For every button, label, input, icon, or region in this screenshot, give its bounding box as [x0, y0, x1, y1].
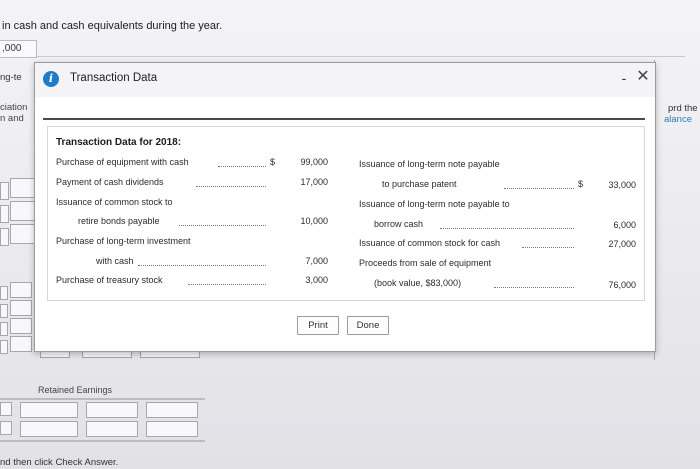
transaction-data-dialog: i Transaction Data - ✕ Transaction Data …	[34, 62, 656, 352]
retained-earnings-label: Retained Earnings	[38, 385, 113, 395]
worksheet-cell[interactable]	[10, 201, 36, 221]
right-row-value: 6,000	[613, 220, 636, 230]
worksheet-cell[interactable]	[10, 336, 32, 352]
left-row-value: 17,000	[300, 177, 328, 187]
dialog-title: Transaction Data	[70, 72, 158, 84]
divider	[37, 56, 685, 57]
right-row-label: Issuance of long-term note payable to	[359, 199, 510, 209]
info-icon: i	[43, 71, 59, 87]
leader-dots	[440, 228, 574, 229]
left-row-value: 10,000	[300, 216, 328, 226]
leader-dots	[494, 287, 574, 288]
worksheet-cell[interactable]	[10, 300, 32, 316]
done-button[interactable]: Done	[347, 316, 389, 335]
worksheet-cell[interactable]	[146, 421, 198, 437]
dollar-sign: $	[578, 179, 584, 189]
panel-title: Transaction Data for 2018:	[56, 137, 182, 148]
divider	[43, 118, 645, 120]
worksheet-cell[interactable]	[86, 421, 138, 437]
worksheet-cell[interactable]	[0, 421, 12, 435]
right-row-label: to purchase patent	[382, 179, 457, 189]
left-row-label: Purchase of long-term investment	[56, 236, 191, 246]
worksheet-cell[interactable]	[86, 402, 138, 418]
worksheet-cell[interactable]	[0, 182, 9, 200]
cash-value-input[interactable]: ,000	[0, 40, 37, 58]
worksheet-cell[interactable]	[0, 228, 9, 246]
left-row-label: Payment of cash dividends	[56, 177, 164, 187]
leader-dots	[188, 284, 266, 285]
divider	[0, 440, 205, 442]
transaction-data-panel: Transaction Data for 2018: Purchase of e…	[47, 126, 645, 301]
right-row-value: 27,000	[608, 239, 636, 249]
close-button[interactable]: ✕	[635, 66, 651, 88]
minimize-button[interactable]: -	[617, 67, 631, 89]
worksheet-cell[interactable]	[0, 205, 9, 223]
left-row-label: Issuance of common stock to	[56, 197, 173, 207]
side-label: prd the	[668, 103, 698, 114]
depreciation-label: ciation	[0, 102, 28, 113]
instructions-text: in cash and cash equivalents during the …	[2, 20, 223, 32]
right-row-value: 33,000	[608, 180, 636, 190]
divider	[0, 398, 205, 400]
long-term-label: ng-te	[0, 72, 22, 83]
worksheet-cell[interactable]	[10, 282, 32, 298]
dialog-titlebar[interactable]: i Transaction Data - ✕	[35, 63, 655, 97]
left-row-value: 3,000	[305, 275, 328, 285]
left-row-label: retire bonds payable	[78, 216, 160, 226]
leader-dots	[504, 188, 574, 189]
right-row-label: Issuance of common stock for cash	[359, 238, 501, 248]
worksheet-cell[interactable]	[10, 318, 32, 334]
worksheet-cell[interactable]	[146, 402, 198, 418]
worksheet-cell[interactable]	[10, 178, 36, 198]
worksheet-cell[interactable]	[0, 304, 8, 318]
leader-dots	[522, 247, 574, 248]
right-row-label: borrow cash	[374, 219, 424, 229]
leader-dots	[218, 166, 266, 167]
worksheet-cell[interactable]	[0, 340, 8, 354]
leader-dots	[138, 265, 266, 266]
right-row-label: (book value, $83,000)	[374, 278, 462, 288]
left-row-value: 99,000	[300, 157, 328, 167]
left-row-label: with cash	[96, 256, 134, 266]
print-button[interactable]: Print	[297, 316, 339, 335]
worksheet-cell[interactable]	[0, 402, 12, 416]
leader-dots	[196, 186, 266, 187]
right-row-label: Issuance of long-term note payable	[359, 159, 500, 169]
worksheet-cell[interactable]	[0, 322, 8, 336]
leader-dots	[179, 225, 266, 226]
worksheet-cell[interactable]	[10, 224, 36, 244]
check-answer-instruction: nd then click Check Answer.	[0, 457, 119, 468]
left-row-label: Purchase of equipment with cash	[56, 157, 189, 167]
balance-link[interactable]: alance	[664, 114, 692, 125]
worksheet-cell[interactable]	[20, 421, 78, 437]
right-row-label: Proceeds from sale of equipment	[359, 258, 492, 268]
left-row-value: 7,000	[305, 256, 328, 266]
depreciation-label-cont: n and	[0, 113, 24, 124]
right-row-value: 76,000	[608, 280, 636, 290]
worksheet-cell[interactable]	[20, 402, 78, 418]
worksheet-cell[interactable]	[0, 286, 8, 300]
left-row-label: Purchase of treasury stock	[56, 275, 163, 285]
dollar-sign: $	[270, 157, 276, 167]
